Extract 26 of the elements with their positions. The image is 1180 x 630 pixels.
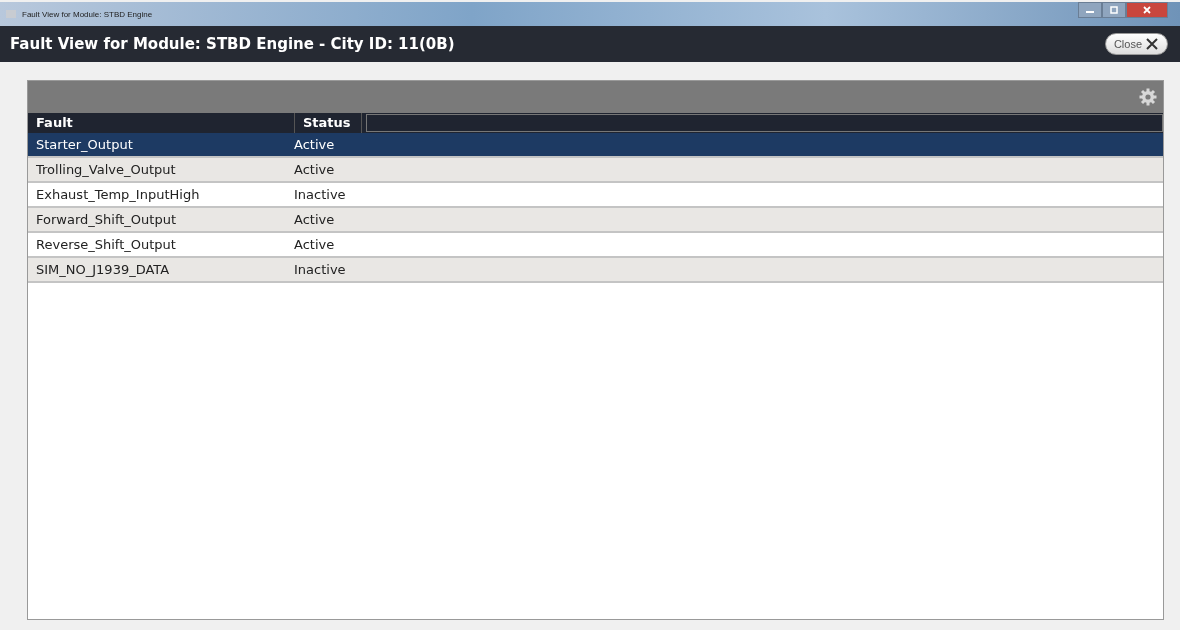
minimize-button[interactable] [1078,2,1102,18]
maximize-icon [1109,6,1119,14]
table-row[interactable]: Trolling_Valve_Output Active [28,158,1163,183]
close-button[interactable]: Close [1104,33,1168,55]
close-icon [1145,37,1159,51]
settings-icon[interactable] [1139,88,1157,106]
table-cell-text: Active [293,162,335,177]
table-row[interactable]: Starter_Output Active [28,133,1163,158]
table-cell-text: Active [293,237,335,252]
table-cell-text: Active [293,137,335,152]
table-cell-text: Active [293,212,335,227]
maximize-button[interactable] [1102,2,1126,18]
close-icon [1142,6,1152,14]
window-title: Fault View for Module: STBD Engine [22,9,153,19]
table-cell-text: Inactive [293,187,346,202]
close-window-button[interactable] [1126,2,1168,18]
table-cell-text: Reverse_Shift_Output [35,237,177,252]
table-cell-text: Trolling_Valve_Output [35,162,177,177]
table-cell-text: SIM_NO_J1939_DATA [35,262,171,277]
table-row[interactable]: Forward_Shift_Output Active [28,208,1163,233]
table-cell-text: Inactive [293,262,346,277]
dialog-title: Fault View for Module: STBD Engine - City ID: 11(0B) [10,35,456,53]
table-row[interactable]: SIM_NO_J1939_DATA Inactive [28,258,1163,283]
table-cell-text: Exhaust_Temp_InputHigh [35,187,201,202]
table-cell-text: Forward_Shift_Output [35,212,177,227]
table-cell-text: Starter_Output [35,137,134,152]
